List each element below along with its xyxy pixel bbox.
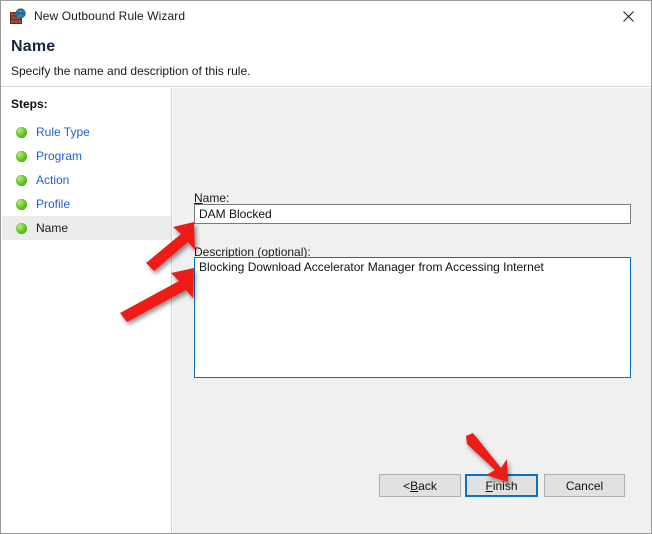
step-complete-icon — [16, 198, 27, 210]
step-complete-icon — [16, 222, 27, 234]
sidebar-item-label: Profile — [36, 197, 71, 211]
back-button[interactable]: < Back — [379, 474, 461, 497]
sidebar-item-label: Name — [36, 221, 69, 235]
sidebar-item-label: Program — [36, 149, 83, 163]
sidebar-item-label: Action — [36, 173, 70, 187]
step-complete-icon — [16, 174, 27, 186]
steps-sidebar: Steps: Rule Type Program Action Profile … — [2, 88, 172, 533]
description-input[interactable] — [194, 257, 631, 378]
step-complete-icon — [16, 126, 27, 138]
sidebar-item-profile[interactable]: Profile — [2, 192, 171, 216]
finish-suffix: inish — [492, 478, 518, 493]
wizard-content-pane: Name: Description (optional): < Back Fin… — [173, 88, 651, 533]
back-prefix: < — [403, 478, 411, 493]
name-accel-key: N — [194, 191, 203, 205]
back-suffix: ack — [418, 478, 437, 493]
close-icon[interactable] — [605, 1, 651, 31]
page-title: Name — [11, 38, 56, 55]
name-label-text: ame: — [202, 191, 230, 205]
page-subtitle: Specify the name and description of this… — [11, 64, 251, 78]
finish-accel-key: F — [485, 478, 493, 493]
finish-button[interactable]: Finish — [465, 474, 538, 497]
cancel-button[interactable]: Cancel — [544, 474, 625, 497]
sidebar-item-name[interactable]: Name — [2, 216, 171, 240]
back-accel-key: B — [410, 478, 419, 493]
steps-list: Rule Type Program Action Profile Name — [2, 120, 171, 240]
steps-heading: Steps: — [11, 97, 48, 111]
sidebar-item-label: Rule Type — [36, 125, 90, 139]
sidebar-item-program[interactable]: Program — [2, 144, 171, 168]
cancel-label: Cancel — [565, 478, 604, 493]
name-input[interactable] — [194, 204, 631, 224]
sidebar-item-action[interactable]: Action — [2, 168, 171, 192]
wizard-header: Name Specify the name and description of… — [1, 31, 651, 87]
sidebar-item-rule-type[interactable]: Rule Type — [2, 120, 171, 144]
new-outbound-rule-wizard-window: New Outbound Rule Wizard Name Specify th… — [0, 0, 652, 534]
name-field-label: Name: — [194, 191, 229, 205]
window-title: New Outbound Rule Wizard — [34, 9, 186, 23]
firewall-globe-icon — [10, 8, 26, 24]
step-complete-icon — [16, 150, 27, 162]
title-bar: New Outbound Rule Wizard — [1, 1, 651, 31]
